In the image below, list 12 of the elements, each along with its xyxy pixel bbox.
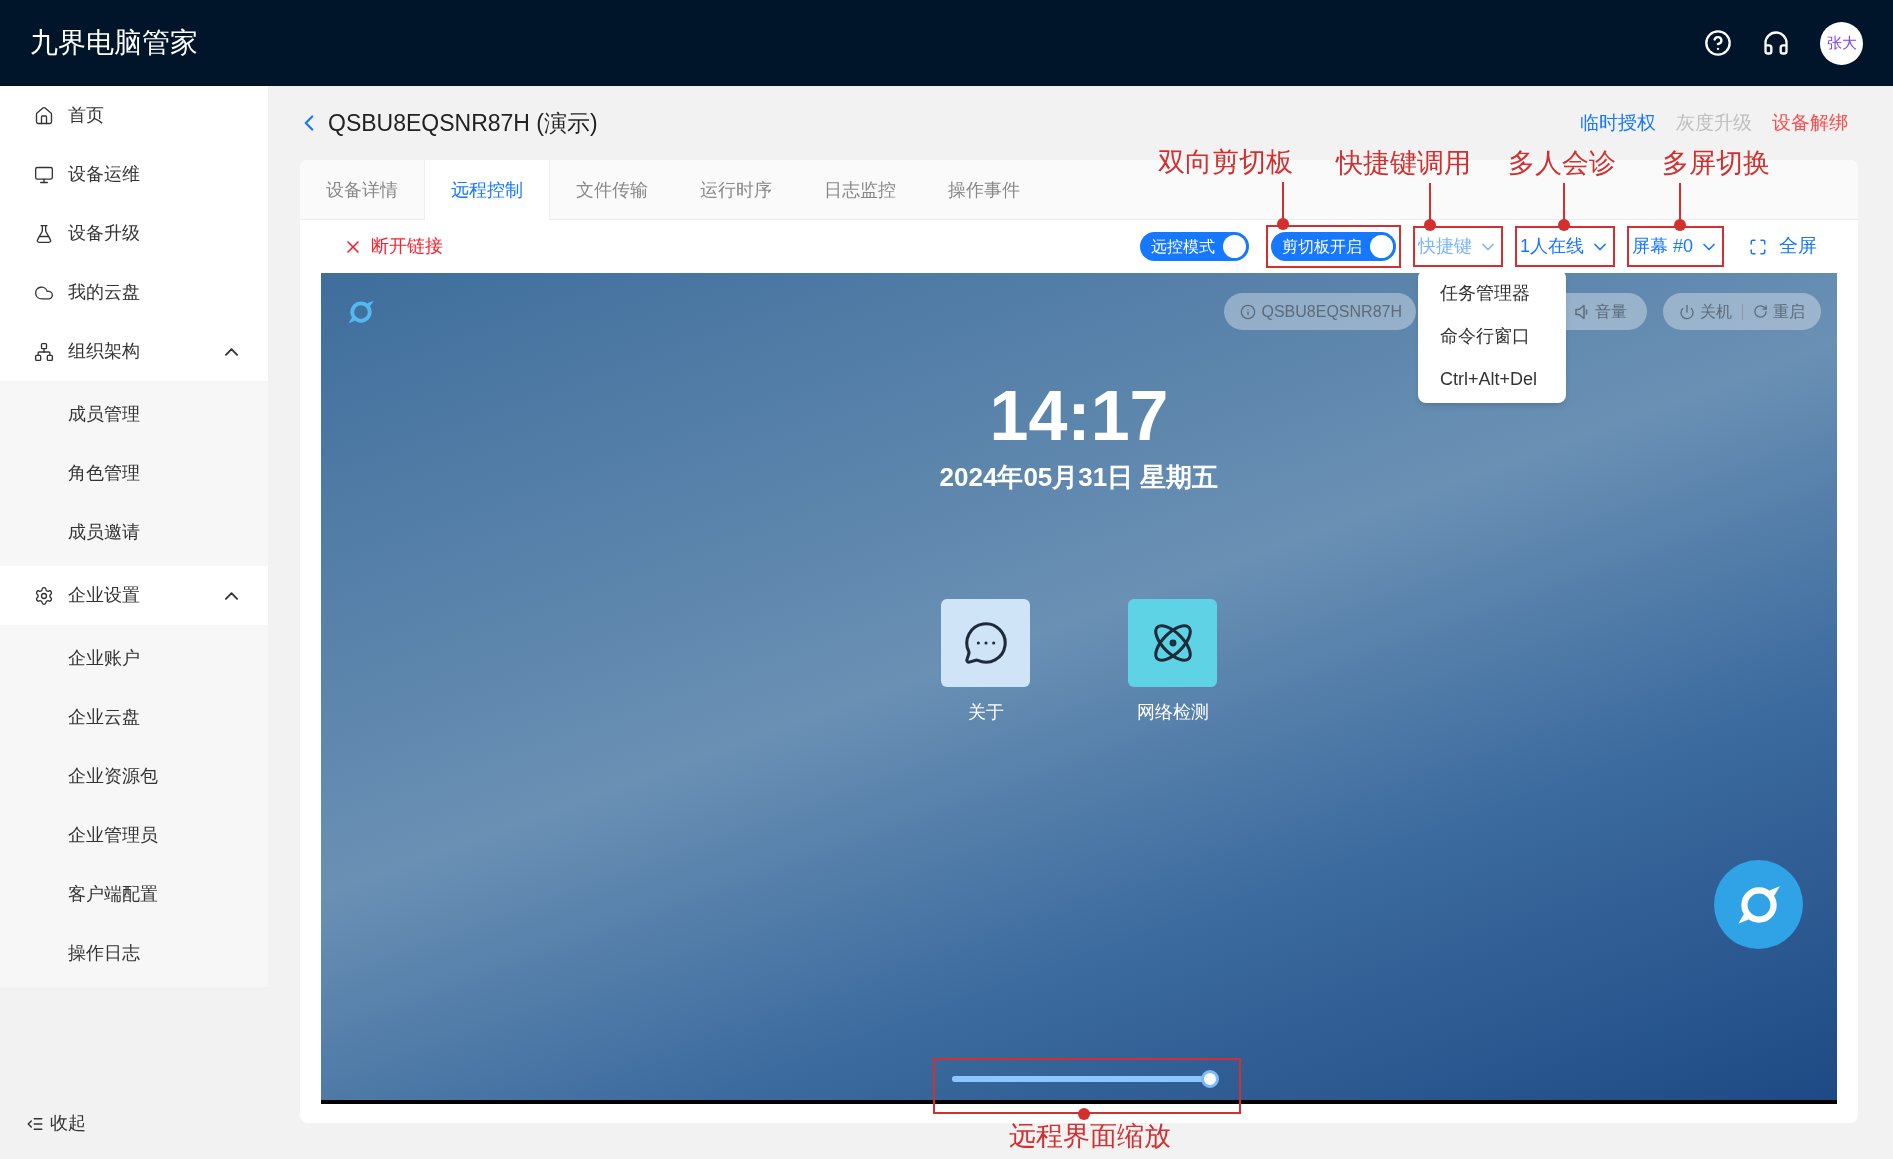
app-label: 关于 <box>967 701 1004 724</box>
app-title: 九界电脑管家 <box>30 26 198 60</box>
annotation-label: 多人会诊 <box>1507 147 1616 180</box>
app-label: 网络检测 <box>1136 701 1209 724</box>
annotation-label: 快捷键调用 <box>1336 147 1472 180</box>
annotation-label: 双向剪切板 <box>1158 146 1294 179</box>
annotation-label: 远程界面缩放 <box>1009 1120 1171 1153</box>
clock-date: 2024年05月31日 星期五 <box>939 461 1219 494</box>
page-title: QSBU8EQSNR87H (演示) <box>328 108 598 138</box>
annotation-label: 多屏切换 <box>1661 147 1770 180</box>
device-id-text: QSBU8EQSNR87H <box>1261 301 1402 322</box>
clock-time: 14:17 <box>989 378 1169 454</box>
